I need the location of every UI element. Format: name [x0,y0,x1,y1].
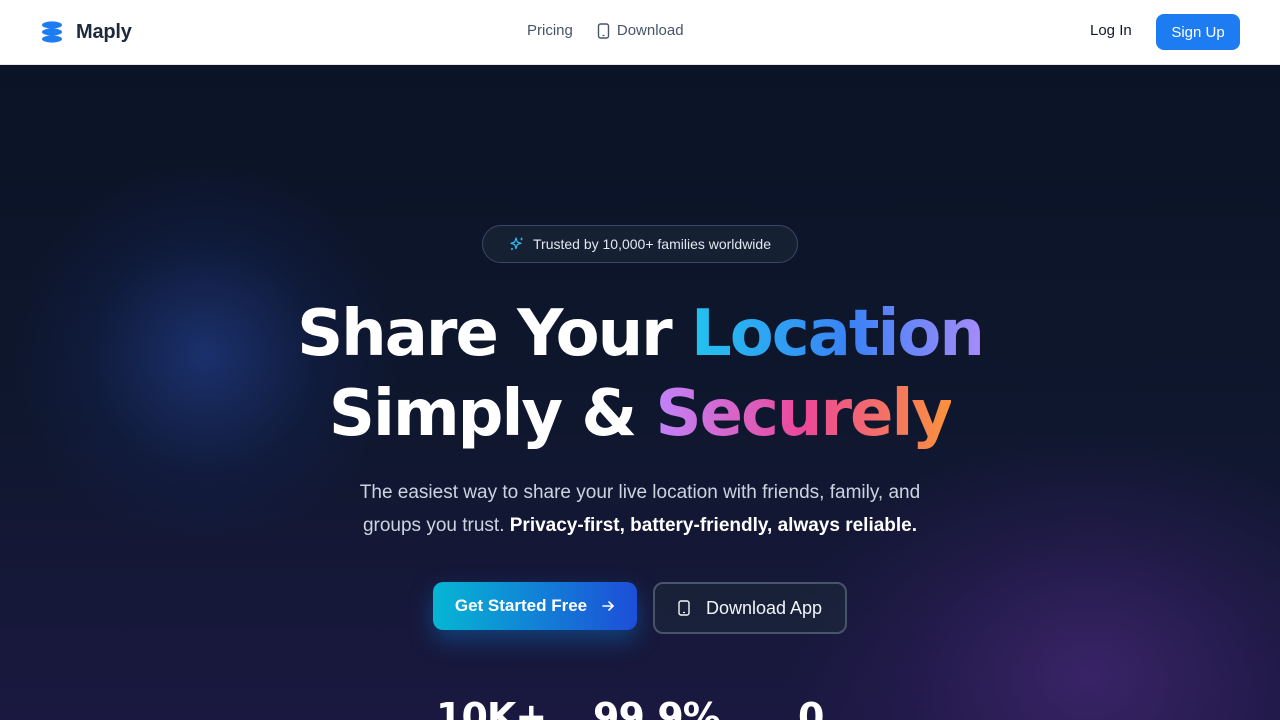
phone-icon [597,22,610,39]
get-started-button[interactable]: Get Started Free [433,582,637,630]
stat-value-uptime: 99.9% [593,695,721,720]
nav-link-label: Download [616,22,684,39]
headline-highlight-2: Securely [655,377,953,451]
headline-highlight-1: Location [691,297,985,371]
subtitle-line-1: The easiest way to share your live locat… [359,482,921,503]
nav-link-label: Pricing [527,22,573,39]
stat-value-third: 0 [798,695,824,720]
badge-text: Trusted by 10,000+ families worldwide [533,236,771,252]
sparkles-icon [510,237,524,250]
headline-line-1: Share Your Location [0,294,1280,374]
download-app-button[interactable]: Download App [653,582,847,634]
headline-plain-2: Simply & [328,377,656,451]
brand-name: Maply [76,20,132,43]
get-started-label: Get Started Free [454,596,588,615]
trust-badge: Trusted by 10,000+ families worldwide [482,225,798,263]
subtitle-bold: Privacy-first, battery-friendly, always … [509,515,918,536]
headline-plain-1: Share Your [297,297,691,371]
brand[interactable]: Maply [40,19,132,45]
nav-link-download[interactable]: Download [597,22,684,39]
login-link[interactable]: Log In [1090,22,1132,39]
download-app-label: Download App [705,597,823,618]
top-navbar: Maply Pricing Download Log In Sign Up [0,0,1280,65]
nav-link-pricing[interactable]: Pricing [527,22,573,39]
nav-links: Pricing Download [527,22,684,39]
stat-value-users: 10K+ [436,695,547,720]
hero-section: Trusted by 10,000+ families worldwide Sh… [0,65,1280,720]
subtitle-plain: groups you trust. [362,515,510,536]
phone-icon [678,600,690,616]
stacked-layers-icon [42,21,62,43]
headline-line-2: Simply & Securely [0,374,1280,454]
subtitle-line-2: groups you trust. Privacy-first, battery… [300,509,980,542]
signup-button[interactable]: Sign Up [1156,14,1240,50]
arrow-right-icon [602,601,614,611]
